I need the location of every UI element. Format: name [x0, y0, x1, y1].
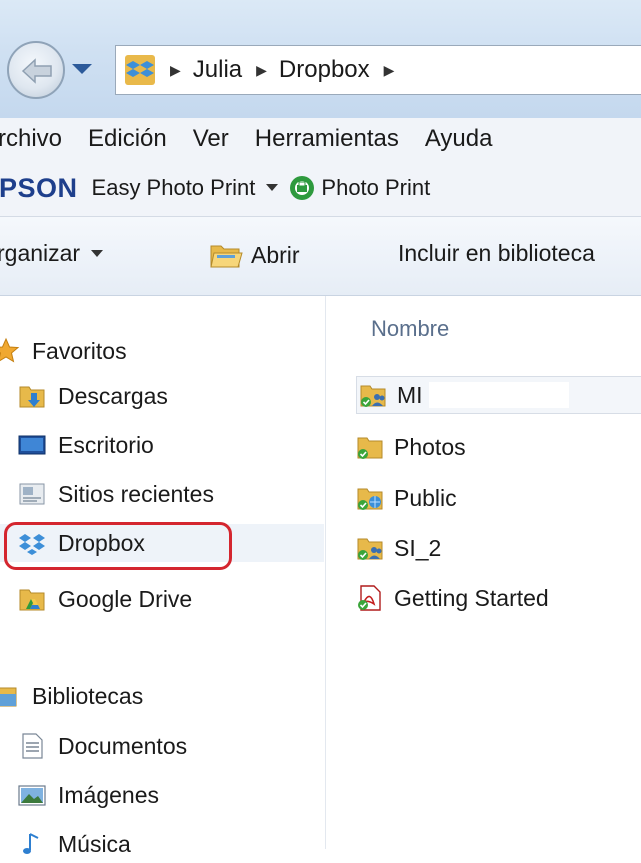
nav-item-label: Imágenes — [58, 781, 160, 808]
nav-item-escritorio[interactable]: Escritorio — [18, 426, 154, 464]
include-in-library-button[interactable]: Incluir en biblioteca — [398, 240, 595, 267]
file-name: Photos — [394, 433, 466, 460]
command-bar: rganizar Abrir Incluir en biblioteca — [0, 217, 641, 296]
nav-favorites-header[interactable]: Favoritos — [0, 332, 127, 370]
nav-item-label: Música — [58, 830, 131, 857]
file-name: SI_2 — [394, 534, 442, 561]
nav-libraries-header[interactable]: Bibliotecas — [0, 677, 143, 715]
nav-item-label: Descargas — [58, 382, 168, 409]
menu-herramientas[interactable]: Herramientas — [255, 125, 399, 153]
include-in-library-label: Incluir en biblioteca — [398, 240, 595, 266]
photo-print-icon — [290, 176, 315, 200]
highlight-annotation — [4, 522, 232, 570]
open-button[interactable]: Abrir — [209, 240, 300, 270]
open-label: Abrir — [251, 241, 300, 268]
star-icon — [0, 337, 20, 363]
column-header-name[interactable]: Nombre — [371, 316, 449, 342]
pdf-synced-icon — [358, 585, 381, 611]
breadcrumb-separator-icon[interactable]: ▶ — [384, 62, 395, 79]
file-row-si-2[interactable]: SI_2 — [356, 529, 441, 567]
organize-button[interactable]: rganizar — [0, 240, 104, 267]
music-icon — [23, 833, 39, 854]
back-button[interactable] — [7, 41, 65, 99]
nav-item-label: Google Drive — [58, 585, 193, 612]
breadcrumb-separator-icon[interactable]: ▶ — [170, 62, 181, 79]
nav-favorites-label: Favoritos — [32, 337, 127, 364]
file-name: Getting Started — [394, 584, 549, 611]
recent-places-icon — [19, 483, 45, 505]
folder-synced-icon — [357, 437, 383, 459]
desktop-icon — [18, 435, 46, 455]
nav-item-label: Sitios recientes — [58, 480, 214, 507]
documents-icon — [22, 733, 43, 759]
easy-photo-print-button[interactable]: Easy Photo Print — [92, 175, 256, 201]
menu-ayuda[interactable]: Ayuda — [425, 125, 493, 153]
dropbox-icon — [125, 55, 155, 85]
nav-item-label: Documentos — [58, 732, 188, 759]
recent-pages-dropdown-icon[interactable] — [69, 60, 95, 78]
file-row-mi[interactable]: MI — [356, 376, 641, 414]
public-folder-synced-icon — [357, 488, 383, 510]
nav-item-google-drive[interactable]: Google Drive — [18, 580, 192, 618]
menu-archivo[interactable]: rchivo — [0, 125, 62, 153]
breadcrumb-separator-icon[interactable]: ▶ — [256, 62, 267, 79]
nav-item-musica[interactable]: Música — [18, 825, 131, 863]
file-row-getting-started[interactable]: Getting Started — [356, 579, 549, 617]
epson-toolbar: PSON Easy Photo Print Photo Print — [0, 160, 641, 217]
breadcrumb-julia[interactable]: Julia — [193, 56, 242, 84]
nav-libraries-label: Bibliotecas — [32, 682, 144, 709]
menu-ver[interactable]: Ver — [193, 125, 229, 153]
menu-bar: rchivo Edición Ver Herramientas Ayuda — [0, 118, 641, 160]
title-bar: ▶ Julia ▶ Dropbox ▶ — [0, 0, 641, 118]
navigation-pane: Favoritos Descargas Escritorio Sitios re… — [0, 296, 326, 857]
pictures-icon — [18, 785, 46, 806]
photo-print-button[interactable]: Photo Print — [321, 175, 430, 201]
libraries-icon — [0, 687, 17, 707]
google-drive-icon — [19, 589, 45, 611]
file-name: MI — [397, 381, 423, 408]
nav-item-label: Escritorio — [58, 431, 154, 458]
nav-item-documentos[interactable]: Documentos — [18, 727, 187, 765]
downloads-folder-icon — [19, 386, 45, 408]
shared-folder-synced-icon — [360, 385, 386, 407]
address-bar[interactable]: ▶ Julia ▶ Dropbox ▶ — [115, 45, 641, 95]
menu-edicion[interactable]: Edición — [88, 125, 167, 153]
file-name: Public — [394, 484, 457, 511]
chevron-down-icon — [91, 249, 104, 257]
open-folder-icon — [210, 245, 243, 268]
file-row-photos[interactable]: Photos — [356, 428, 466, 466]
nav-item-descargas[interactable]: Descargas — [18, 377, 168, 415]
shared-folder-synced-icon — [357, 538, 383, 560]
file-list-pane: Nombre MI Photos Public SI_2 Getting Sta… — [326, 296, 641, 849]
redaction-block — [428, 382, 569, 408]
breadcrumb-dropbox[interactable]: Dropbox — [279, 56, 370, 84]
back-arrow-icon — [21, 58, 52, 84]
organize-label: rganizar — [0, 240, 81, 266]
chevron-down-icon[interactable] — [265, 183, 279, 193]
file-row-public[interactable]: Public — [356, 479, 457, 517]
epson-logo: PSON — [0, 172, 78, 203]
nav-item-sitios-recientes[interactable]: Sitios recientes — [18, 475, 214, 513]
nav-item-imagenes[interactable]: Imágenes — [18, 776, 159, 814]
